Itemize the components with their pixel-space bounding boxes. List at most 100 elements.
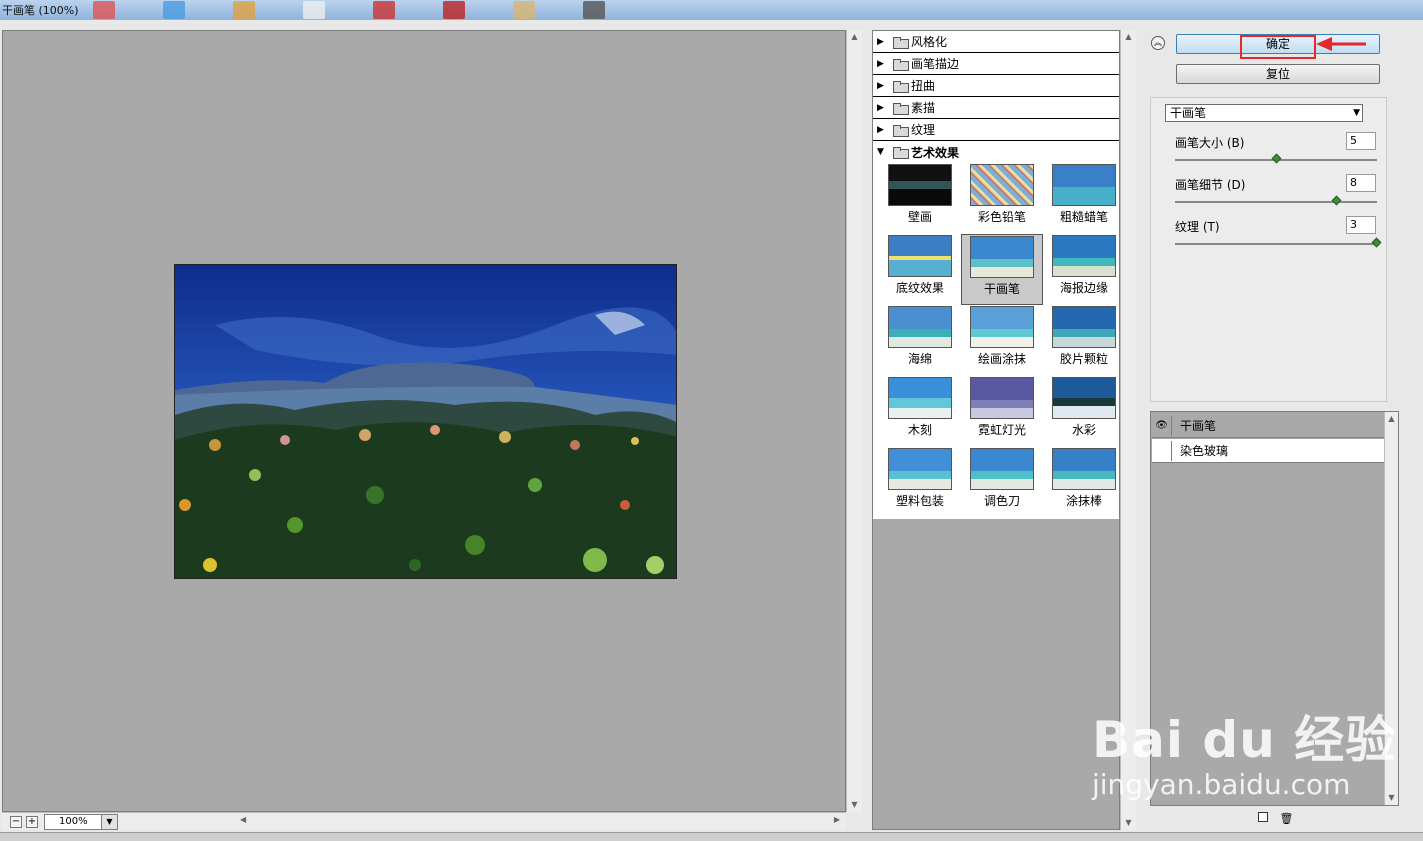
zoom-in-button[interactable]: + (26, 816, 38, 828)
watermark-url: jingyan.baidu.com (1092, 768, 1351, 801)
scroll-left-icon[interactable]: ◀ (240, 815, 246, 824)
scroll-down-icon[interactable]: ▼ (1121, 816, 1136, 830)
effect-layer-stained-glass[interactable]: 染色玻璃 (1152, 439, 1384, 463)
filter-thumb-rough-pastels[interactable]: 粗糙蜡笔 (1043, 163, 1125, 234)
filter-label: 海绵 (907, 352, 932, 366)
zoom-select[interactable]: 100% ▼ (44, 814, 118, 830)
filter-preview-image (1052, 164, 1116, 206)
filter-select-value: 干画笔 (1170, 106, 1207, 120)
filter-thumb-cutout[interactable]: 木刻 (879, 376, 961, 447)
filter-preview-image (888, 164, 952, 206)
category-label: 画笔描边 (911, 57, 960, 71)
category-stylize[interactable]: ▶ 风格化 (873, 31, 1119, 53)
filter-preview-image (970, 448, 1034, 490)
collapse-triangle-icon[interactable]: ▼ (877, 147, 889, 157)
filter-preview-image (970, 377, 1034, 419)
filter-label: 海报边缘 (1059, 281, 1108, 295)
filter-thumb-sponge[interactable]: 海绵 (879, 305, 961, 376)
baidu-watermark: Bai du 经验 jingyan.baidu.com (1092, 700, 1396, 801)
layer-label: 染色玻璃 (1180, 444, 1229, 458)
filter-thumb-film-grain[interactable]: 胶片颗粒 (1043, 305, 1125, 376)
category-label: 扭曲 (911, 79, 936, 93)
taskbar-thumb-icon (92, 1, 115, 19)
preview-horizontal-scrollbar[interactable]: ◀ ▶ (240, 815, 840, 829)
scroll-up-icon[interactable]: ▲ (847, 30, 862, 44)
filter-preview-image (888, 448, 952, 490)
filter-thumb-neon-glow[interactable]: 霓虹灯光 (961, 376, 1043, 447)
chevron-down-icon[interactable]: ▼ (1353, 105, 1360, 121)
reset-button[interactable]: 复位 (1176, 64, 1380, 84)
filter-thumb-fresco[interactable]: 壁画 (879, 163, 961, 234)
brush-detail-slider[interactable] (1175, 195, 1377, 206)
preview-vertical-scrollbar[interactable]: ▲ ▼ (846, 30, 862, 812)
filter-thumb-underpainting[interactable]: 底纹效果 (879, 234, 961, 305)
filter-select[interactable]: 干画笔 ▼ (1165, 104, 1363, 122)
category-label: 艺术效果 (911, 145, 960, 160)
filter-label: 调色刀 (983, 494, 1020, 508)
slider-knob[interactable] (1271, 153, 1282, 164)
watermark-brand: Bai du 经验 (1092, 711, 1397, 769)
effect-layer-dry-brush[interactable]: 👁 干画笔 (1152, 414, 1384, 438)
category-texture[interactable]: ▶ 纹理 (873, 119, 1119, 141)
scroll-down-icon[interactable]: ▼ (847, 798, 862, 812)
filter-label: 涂抹棒 (1065, 494, 1102, 508)
filter-thumb-palette-knife[interactable]: 调色刀 (961, 447, 1043, 518)
texture-slider[interactable] (1175, 237, 1382, 248)
brush-size-input[interactable]: 5 (1346, 132, 1376, 150)
zoom-out-button[interactable]: − (10, 816, 22, 828)
expand-triangle-icon[interactable]: ▶ (877, 59, 889, 69)
category-sketch[interactable]: ▶ 素描 (873, 97, 1119, 119)
category-distort[interactable]: ▶ 扭曲 (873, 75, 1119, 97)
filter-thumb-dry-brush[interactable]: 干画笔 (961, 234, 1043, 305)
filter-preview-image (1052, 306, 1116, 348)
scroll-up-icon[interactable]: ▲ (1385, 412, 1398, 426)
filter-label: 壁画 (907, 210, 932, 224)
filter-thumb-colored-pencil[interactable]: 彩色铅笔 (961, 163, 1043, 234)
window-title: 干画笔 (100%) (2, 4, 79, 17)
filter-thumb-smudge-stick[interactable]: 涂抹棒 (1043, 447, 1125, 518)
filter-thumb-paint-daubs[interactable]: 绘画涂抹 (961, 305, 1043, 376)
filter-thumb-plastic-wrap[interactable]: 塑料包装 (879, 447, 961, 518)
filter-label: 塑料包装 (895, 494, 944, 508)
new-effect-layer-icon[interactable] (1258, 812, 1268, 822)
filter-gallery-list: ▶ 风格化 ▶ 画笔描边 ▶ 扭曲 ▶ 素描 ▶ 纹理 ▼ 艺术效果 壁画 彩色… (873, 31, 1119, 519)
filter-thumb-poster-edges[interactable]: 海报边缘 (1043, 234, 1125, 305)
preview-panel (2, 30, 846, 812)
filter-thumb-watercolor[interactable]: 水彩 (1043, 376, 1125, 447)
taskbar-thumb-icon (302, 1, 325, 19)
expand-triangle-icon[interactable]: ▶ (877, 103, 889, 113)
filter-preview-image (1052, 235, 1116, 277)
category-artistic[interactable]: ▼ 艺术效果 (873, 141, 1119, 163)
filter-label: 彩色铅笔 (977, 210, 1026, 224)
filter-label: 水彩 (1071, 423, 1096, 437)
category-brush-strokes[interactable]: ▶ 画笔描边 (873, 53, 1119, 75)
filter-thumbnail-grid: 壁画 彩色铅笔 粗糙蜡笔 底纹效果 干画笔 海报边缘 海绵 绘画涂抹 胶片颗粒 … (879, 163, 1116, 518)
slider-knob[interactable] (1331, 195, 1342, 206)
visibility-toggle[interactable] (1152, 440, 1172, 461)
taskbar-thumb-icon (162, 1, 185, 19)
filter-preview-image (970, 236, 1034, 278)
chevron-down-icon[interactable]: ▼ (101, 815, 117, 829)
filter-label: 底纹效果 (895, 281, 944, 295)
expand-triangle-icon[interactable]: ▶ (877, 81, 889, 91)
collapse-gallery-icon[interactable]: ︽ (1151, 36, 1165, 50)
eye-icon[interactable]: 👁 (1152, 415, 1172, 436)
folder-icon (893, 80, 909, 93)
folder-icon (893, 58, 909, 71)
brush-detail-label: 画笔细节 (D) (1175, 178, 1246, 192)
expand-triangle-icon[interactable]: ▶ (877, 125, 889, 135)
filter-label: 绘画涂抹 (977, 352, 1026, 366)
texture-label: 纹理 (T) (1175, 220, 1220, 234)
taskbar-thumb-icon (442, 1, 465, 19)
expand-triangle-icon[interactable]: ▶ (877, 37, 889, 47)
filter-preview-image (888, 306, 952, 348)
scroll-up-icon[interactable]: ▲ (1121, 30, 1136, 44)
brush-size-slider[interactable] (1175, 153, 1377, 164)
folder-open-icon (893, 147, 909, 159)
scroll-right-icon[interactable]: ▶ (834, 815, 840, 824)
slider-knob[interactable] (1371, 237, 1382, 248)
trash-icon[interactable]: 🗑 (1280, 812, 1294, 825)
filter-label: 木刻 (907, 423, 932, 437)
texture-input[interactable]: 3 (1346, 216, 1376, 234)
brush-detail-input[interactable]: 8 (1346, 174, 1376, 192)
